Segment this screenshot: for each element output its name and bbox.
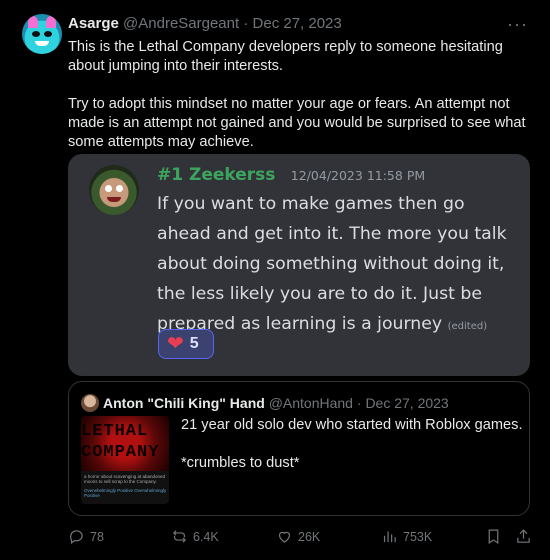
discord-message: If you want to make games then go ahead … <box>157 189 517 342</box>
repost-count: 6.4K <box>193 529 219 544</box>
thumbnail-title: COMPANY <box>81 443 160 462</box>
avatar-eye <box>105 185 112 192</box>
thumbnail-title: LETHAL <box>81 422 149 441</box>
discord-username: #1 Zeekerss <box>157 165 276 185</box>
quoted-media-thumbnail: LETHAL COMPANY a horror about scavenging… <box>81 416 169 504</box>
share-button[interactable] <box>515 528 532 545</box>
thumbnail-description: a horror about scavenging at abandoned m… <box>84 474 166 484</box>
quoted-text: 21 year old solo dev who started with Ro… <box>181 416 523 492</box>
post-date[interactable]: Dec 27, 2023 <box>253 15 342 32</box>
discord-edited-label: (edited) <box>447 321 488 332</box>
author-handle[interactable]: @AndreSargeant <box>123 15 239 32</box>
more-icon[interactable]: ··· <box>507 14 528 35</box>
header-separator: · <box>243 15 249 32</box>
avatar-mouth <box>107 197 121 202</box>
action-bar: 78 6.4K 26K 753K <box>68 528 534 548</box>
quoted-line: 21 year old solo dev who started with Ro… <box>181 417 523 433</box>
author-name[interactable]: Asarge <box>68 15 119 32</box>
heart-icon <box>278 531 291 543</box>
bookmark-button[interactable] <box>485 528 502 545</box>
heart-icon: ❤ <box>167 333 184 355</box>
quoted-line: *crumbles to dust* <box>181 455 300 471</box>
avatar-eye <box>116 185 123 192</box>
quoted-date: Dec 27, 2023 <box>365 395 449 411</box>
heart-reaction: ❤ 5 <box>158 329 214 359</box>
post-paragraph: Try to adopt this mindset no matter your… <box>68 96 526 150</box>
reply-button[interactable]: 78 <box>68 528 104 545</box>
discord-timestamp: 12/04/2023 11:58 PM <box>290 168 426 183</box>
quoted-author-name: Anton "Chili King" Hand <box>103 395 265 411</box>
header-separator: · <box>356 395 362 411</box>
quoted-post[interactable]: Anton "Chili King" Hand @AntonHand · Dec… <box>68 381 530 516</box>
avatar-horn <box>28 16 38 28</box>
reply-count: 78 <box>90 529 104 544</box>
repost-button[interactable]: 6.4K <box>171 528 219 545</box>
views-icon <box>383 531 396 543</box>
discord-avatar <box>89 165 139 215</box>
quoted-author-avatar <box>81 394 99 412</box>
avatar-eye <box>44 31 52 37</box>
post-paragraph: This is the Lethal Company developers re… <box>68 39 503 74</box>
discord-screenshot[interactable]: #1 Zeekerss 12/04/2023 11:58 PM If you w… <box>68 154 530 376</box>
avatar-eye <box>32 31 40 37</box>
avatar-horn <box>46 16 56 28</box>
like-count: 26K <box>298 529 321 544</box>
reply-icon <box>70 530 83 545</box>
reaction-count: 5 <box>189 335 199 352</box>
author-avatar[interactable] <box>22 14 62 54</box>
repost-icon <box>172 530 187 543</box>
share-icon <box>517 529 530 543</box>
quoted-header: Anton "Chili King" Hand @AntonHand · Dec… <box>103 395 449 411</box>
discord-header: #1 Zeekerss 12/04/2023 11:58 PM <box>157 165 425 185</box>
discord-message-text: If you want to make games then go ahead … <box>157 194 507 334</box>
quoted-author-handle: @AntonHand <box>268 395 353 411</box>
like-button[interactable]: 26K <box>276 528 320 545</box>
view-count: 753K <box>403 529 433 544</box>
post-text: This is the Lethal Company developers re… <box>68 38 534 171</box>
avatar-mouth <box>35 41 49 46</box>
thumbnail-reviews: Overwhelmingly Positive Overwhelmingly P… <box>84 488 167 498</box>
views-button[interactable]: 753K <box>381 528 432 545</box>
bookmark-icon <box>488 529 499 545</box>
post-header: Asarge @AndreSargeant · Dec 27, 2023 <box>68 15 342 32</box>
